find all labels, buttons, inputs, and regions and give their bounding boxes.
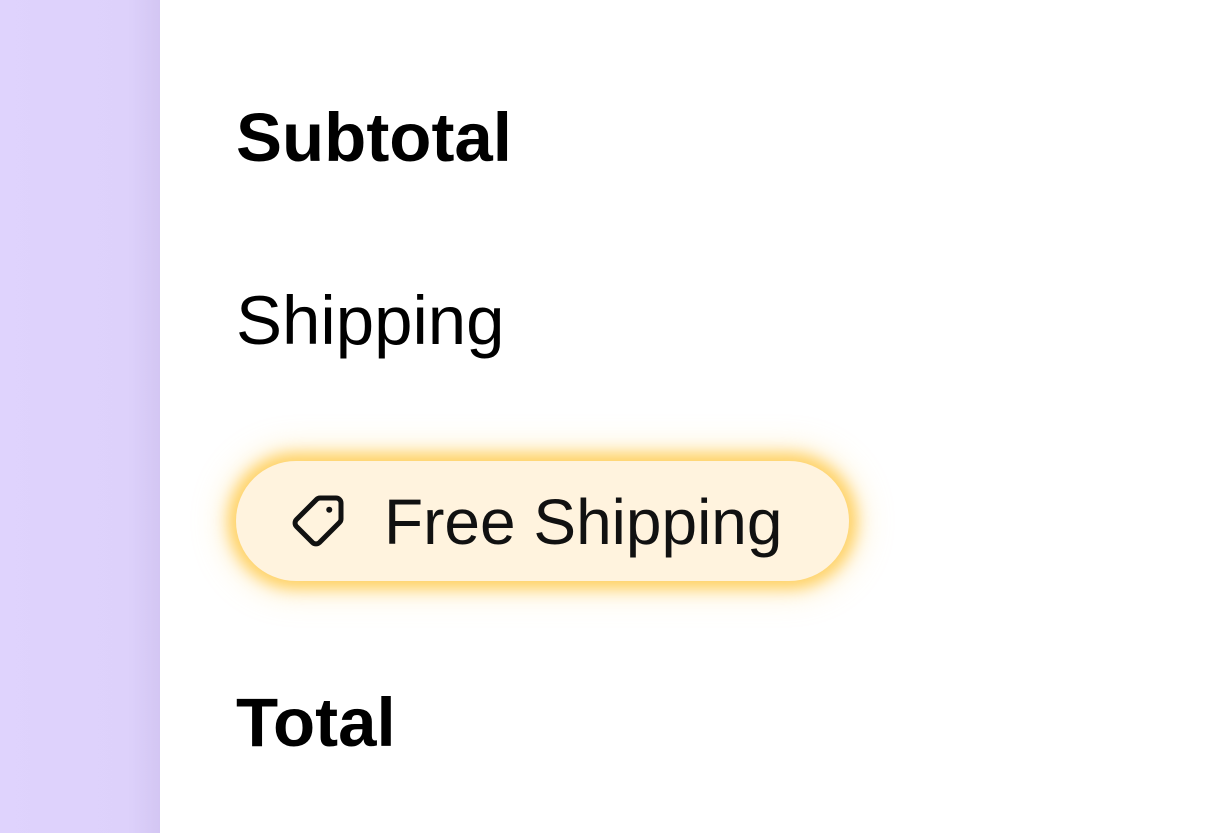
tag-icon: [288, 491, 348, 551]
free-shipping-label: Free Shipping: [384, 486, 783, 558]
order-summary: Subtotal Shipping Free Shipping Total: [236, 0, 1136, 833]
subtotal-label: Subtotal: [236, 99, 512, 176]
side-panel: [0, 0, 160, 833]
shipping-label: Shipping: [236, 282, 505, 359]
total-label: Total: [236, 684, 396, 761]
free-shipping-badge[interactable]: Free Shipping: [236, 461, 849, 581]
